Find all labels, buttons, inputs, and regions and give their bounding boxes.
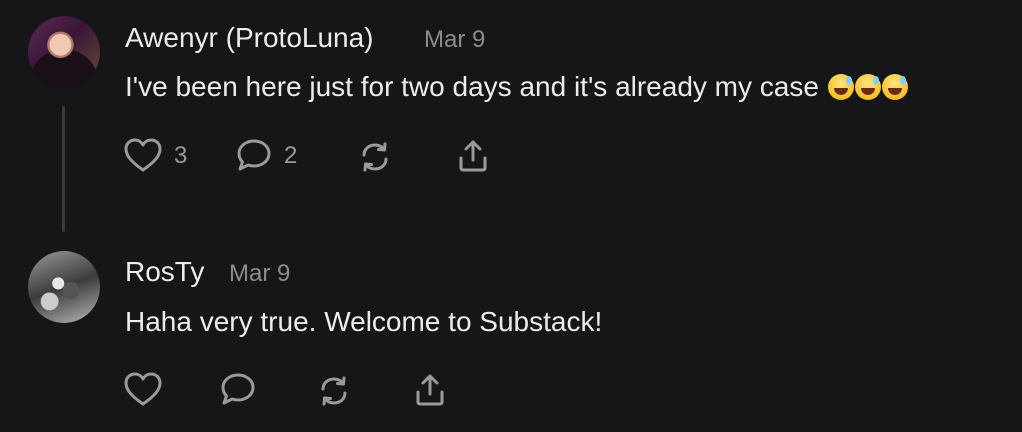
comment-body: Haha very true. Welcome to Substack!	[125, 306, 603, 337]
like-count: 3	[174, 142, 188, 169]
reply-count: 2	[284, 142, 298, 169]
reply-button[interactable]: 2	[236, 138, 297, 174]
restack-button[interactable]	[317, 374, 351, 408]
share-button[interactable]	[456, 138, 490, 174]
avatar[interactable]	[28, 16, 100, 88]
restack-icon	[321, 376, 347, 406]
comment-date[interactable]: Mar 9	[229, 260, 290, 288]
thread-line	[62, 106, 65, 232]
share-icon	[459, 140, 487, 172]
restack-icon	[362, 142, 388, 172]
reply-button[interactable]	[220, 372, 256, 408]
avatar[interactable]	[28, 251, 100, 323]
like-button[interactable]	[124, 372, 162, 408]
comment-body: I've been here just for two days and it'…	[125, 71, 908, 103]
restack-button[interactable]	[358, 140, 392, 174]
like-button[interactable]: 3	[124, 138, 187, 174]
sweat-smile-emoji	[827, 71, 908, 102]
comment-date[interactable]: Mar 9	[424, 26, 485, 54]
heart-icon	[124, 138, 162, 172]
heart-icon	[124, 372, 162, 406]
share-button[interactable]	[413, 372, 447, 408]
speech-bubble-icon	[221, 373, 255, 405]
comment-author[interactable]: Awenyr (ProtoLuna)	[125, 22, 374, 54]
share-icon	[416, 374, 444, 406]
speech-bubble-icon	[237, 139, 271, 171]
comment-author[interactable]: RosTy	[125, 256, 204, 288]
comment-text: I've been here just for two days and it'…	[125, 71, 819, 102]
